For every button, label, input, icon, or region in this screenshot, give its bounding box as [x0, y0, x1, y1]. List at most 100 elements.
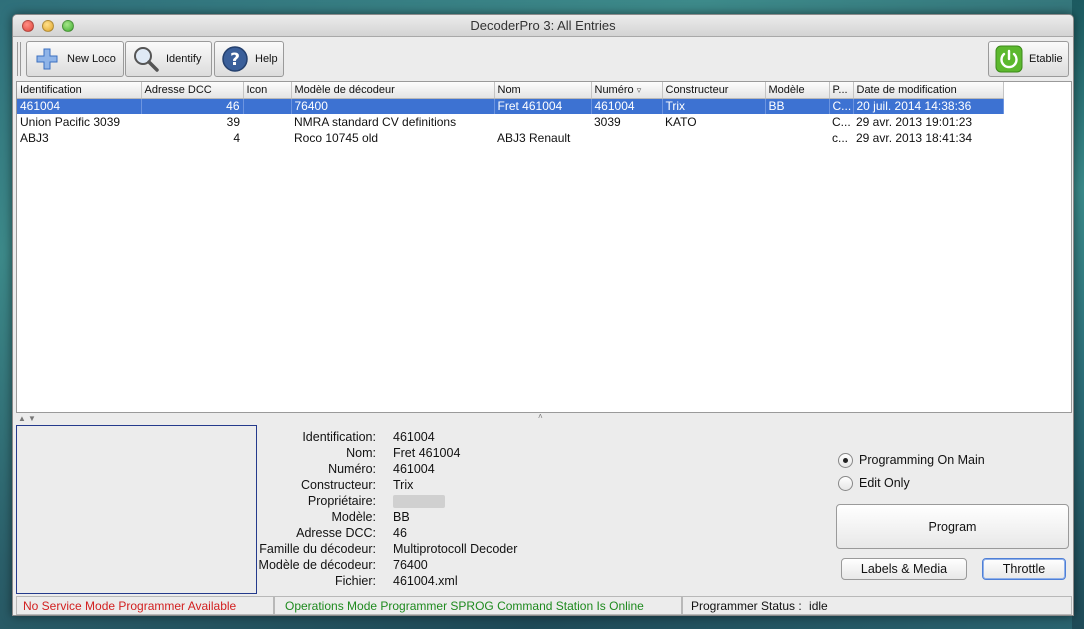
detail-row: Fichier: 461004.xml: [257, 574, 817, 590]
zoom-window-button[interactable]: [62, 20, 74, 32]
detail-label: Nom:: [346, 446, 376, 460]
labels-media-button[interactable]: Labels & Media: [841, 558, 967, 580]
close-window-button[interactable]: [22, 20, 34, 32]
detail-label: Propriétaire:: [307, 494, 376, 508]
throttle-button[interactable]: Throttle: [982, 558, 1066, 580]
cell-date-modification: 29 avr. 2013 18:41:34: [856, 131, 973, 145]
detail-label: Famille du décodeur:: [259, 542, 376, 556]
edit-only-radio[interactable]: [838, 475, 853, 491]
column-header-numero[interactable]: Numéro ▿: [591, 82, 663, 99]
plus-icon: [33, 45, 61, 73]
split-pane-divider[interactable]: ▲ ▼ ˄: [16, 412, 1072, 423]
identify-button[interactable]: Identify: [125, 41, 212, 77]
detail-row: Adresse DCC: 46: [257, 526, 817, 542]
table-row[interactable]: Union Pacific 3039 39 NMRA standard CV d…: [17, 114, 1003, 130]
column-header-identification[interactable]: Identification: [17, 82, 142, 99]
detail-label: Numéro:: [328, 462, 376, 476]
detail-label: Constructeur:: [300, 478, 376, 492]
toolbar: New Loco Identify ? Help Etablie: [13, 38, 1073, 80]
programming-on-main-label: Programming On Main: [859, 453, 985, 467]
detail-label: Adresse DCC:: [296, 526, 376, 540]
column-header-proprietaire[interactable]: P...: [829, 82, 854, 99]
cell-constructeur: Trix: [662, 98, 766, 114]
roster-table: Identification Adresse DCC Icon Modèle d…: [17, 82, 1004, 146]
help-label: Help: [255, 53, 278, 65]
window-title: DecoderPro 3: All Entries: [470, 18, 616, 33]
status-bar: No Service Mode Programmer Available Ope…: [16, 596, 1072, 615]
cell-modele: [765, 114, 829, 130]
column-header-modele-decodeur[interactable]: Modèle de décodeur: [291, 82, 495, 99]
detail-row: Famille du décodeur: Multiprotocoll Decod…: [257, 542, 817, 558]
cell-adresse-dcc: 4: [233, 131, 240, 145]
title-bar: DecoderPro 3: All Entries: [13, 15, 1073, 37]
detail-value: 461004: [393, 430, 435, 444]
cell-date-modification: 20 juil. 2014 14:38:36: [853, 98, 1004, 114]
collapse-down-arrow-icon[interactable]: ▼: [28, 414, 36, 423]
power-status-label: Etablie: [1029, 53, 1063, 65]
detail-row: Propriétaire:: [257, 494, 817, 510]
minimize-window-button[interactable]: [42, 20, 54, 32]
collapse-up-arrow-icon[interactable]: ▲: [18, 414, 26, 423]
detail-value: 76400: [393, 558, 428, 572]
column-header-icon[interactable]: Icon: [243, 82, 292, 99]
table-row[interactable]: 461004 46 76400 Fret 461004 461004 Trix …: [17, 98, 1004, 114]
new-loco-label: New Loco: [67, 53, 116, 65]
identify-label: Identify: [166, 53, 202, 65]
divider-grip-icon[interactable]: ˄: [538, 412, 543, 421]
owner-value: [393, 494, 445, 510]
toolbar-grip[interactable]: [17, 42, 23, 76]
cell-modele-decodeur: NMRA standard CV definitions: [294, 115, 457, 129]
cell-nom: ABJ3 Renault: [497, 131, 571, 145]
owner-placeholder-box: [393, 495, 445, 508]
loco-image-panel: [16, 425, 257, 594]
cell-identification: 461004: [17, 98, 142, 114]
detail-value: 461004: [393, 462, 435, 476]
operations-mode-status: Operations Mode Programmer SPROG Command…: [274, 596, 682, 615]
column-header-constructeur[interactable]: Constructeur: [662, 82, 766, 99]
cell-identification: ABJ3: [20, 131, 49, 145]
detail-row: Modèle de décodeur: 76400: [257, 558, 817, 574]
magnifier-icon: [132, 45, 160, 73]
programming-on-main-radio[interactable]: [838, 452, 853, 468]
roster-details: Identification: 461004 Nom: Fret 461004 Nu…: [257, 430, 817, 590]
column-header-adresse-dcc[interactable]: Adresse DCC: [141, 82, 244, 99]
column-header-modele[interactable]: Modèle: [765, 82, 830, 99]
sort-indicator-icon: ▿: [636, 84, 642, 95]
new-loco-button[interactable]: New Loco: [26, 41, 124, 77]
detail-value: BB: [393, 510, 410, 524]
program-button[interactable]: Program: [836, 504, 1069, 549]
cell-nom: Fret 461004: [494, 98, 592, 114]
detail-value: Fret 461004: [393, 446, 461, 460]
cell-identification: Union Pacific 3039: [20, 115, 121, 129]
detail-value: 461004.xml: [393, 574, 458, 588]
detail-label: Identification:: [302, 430, 376, 444]
help-button[interactable]: ? Help: [214, 41, 284, 77]
cell-icon: [243, 130, 291, 146]
programmer-status: Programmer Status : idle: [682, 596, 1072, 615]
programming-on-main-option[interactable]: Programming On Main: [838, 451, 985, 469]
cell-numero: 461004: [591, 98, 663, 114]
detail-label: Fichier:: [335, 574, 376, 588]
detail-row: Constructeur: Trix: [257, 478, 817, 494]
power-button[interactable]: Etablie: [988, 41, 1069, 77]
cell-modele: BB: [765, 98, 830, 114]
table-row[interactable]: ABJ3 4 Roco 10745 old ABJ3 Renault c... …: [17, 130, 1003, 146]
service-mode-status: No Service Mode Programmer Available: [16, 596, 274, 615]
detail-row: Modèle: BB: [257, 510, 817, 526]
detail-label: Modèle de décodeur:: [258, 558, 376, 572]
edit-only-option[interactable]: Edit Only: [838, 474, 910, 492]
decoderpro-window: DecoderPro 3: All Entries New Loco Ident…: [12, 14, 1074, 616]
cell-numero: 3039: [594, 115, 621, 129]
roster-table-panel[interactable]: Identification Adresse DCC Icon Modèle d…: [16, 81, 1072, 413]
detail-value: Multiprotocoll Decoder: [393, 542, 518, 556]
detail-value: Trix: [393, 478, 414, 492]
cell-constructeur: KATO: [665, 115, 697, 129]
detail-value: 46: [393, 526, 407, 540]
table-header-row: Identification Adresse DCC Icon Modèle d…: [17, 82, 1004, 99]
cell-proprietaire: C...: [832, 115, 851, 129]
column-header-nom[interactable]: Nom: [494, 82, 592, 99]
throttle-button-label: Throttle: [1002, 562, 1046, 576]
cell-proprietaire: C...: [829, 98, 854, 114]
column-header-date-modification[interactable]: Date de modification: [853, 82, 1004, 99]
detail-label: Modèle:: [331, 510, 376, 524]
